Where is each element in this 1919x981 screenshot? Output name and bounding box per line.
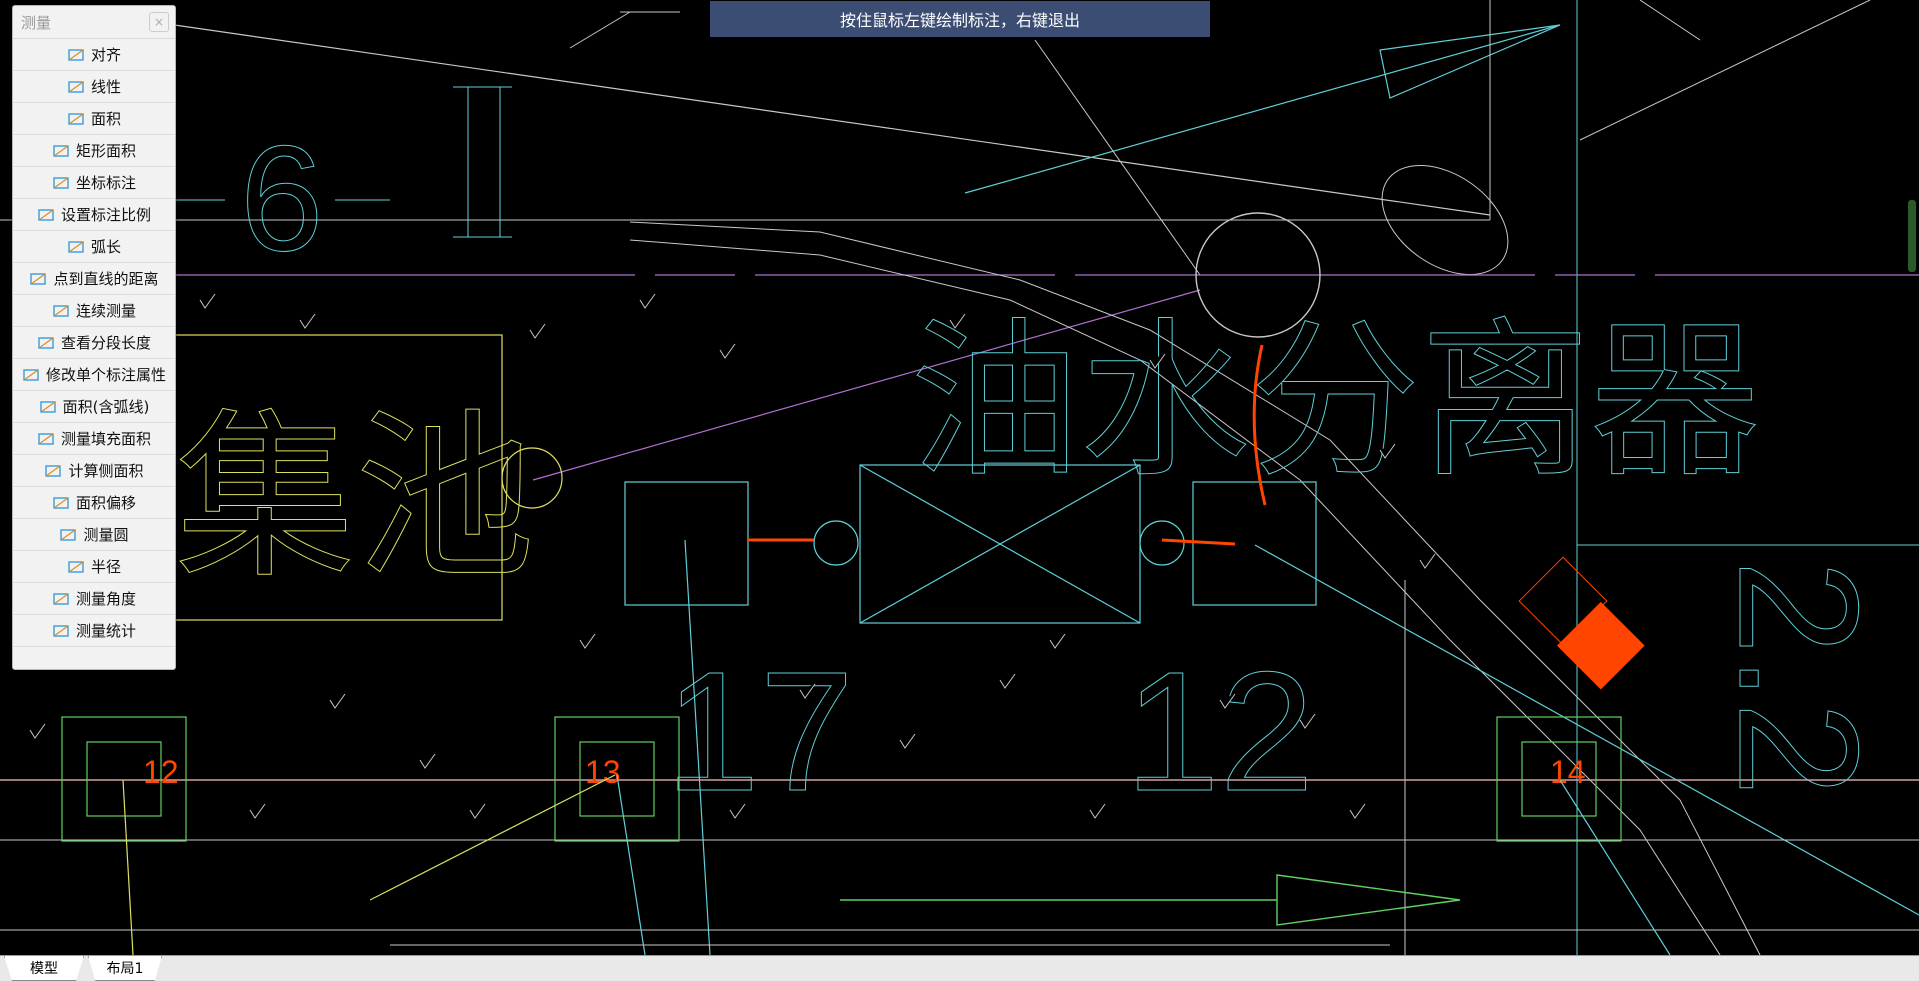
coordinate-icon [52, 174, 70, 192]
flow-arrow-head [1276, 874, 1461, 926]
area-offset-icon [52, 494, 70, 512]
measure-panel: 测量 × 对齐线性面积矩形面积坐标标注设置标注比例 弧长点到直线的距离 连续测量查看… [12, 5, 176, 670]
tool-list: 对齐线性面积矩形面积坐标标注设置标注比例 弧长点到直线的距离 连续测量查看分段长度修… [13, 39, 175, 647]
drawing-number: 2.2 [1703, 560, 1893, 796]
statistics-icon [52, 622, 70, 640]
drawing-line [1579, 0, 1871, 141]
drawing-line [616, 774, 646, 955]
angle-icon [52, 590, 70, 608]
tab-layout1[interactable]: 布局1 [88, 956, 162, 981]
panel-header: 测量 × [13, 6, 175, 39]
tool-item[interactable]: 设置标注比例 [13, 199, 175, 231]
drawing-line [1639, 0, 1701, 41]
marker-diamond [1556, 601, 1645, 690]
tool-item[interactable]: 测量角度 [13, 583, 175, 615]
scale-icon [37, 206, 55, 224]
continuous-measure-icon [52, 302, 70, 320]
circle-measure-icon [59, 526, 77, 544]
tank-label: 集池 [175, 398, 535, 599]
tool-item[interactable]: 连续测量 [13, 295, 175, 327]
tool-label: 计算侧面积 [68, 462, 144, 480]
tank-box [624, 481, 749, 606]
drawing-text: 6 [240, 114, 323, 282]
tool-label: 矩形面积 [75, 142, 136, 160]
layout-tabs: 模型 布局1 [0, 955, 1919, 981]
drawing-line [1034, 39, 1201, 276]
radius-icon [67, 558, 85, 576]
tab-model[interactable]: 模型 [4, 956, 84, 981]
tool-label: 面积偏移 [75, 494, 136, 512]
tool-item[interactable]: 线性 [13, 71, 175, 103]
drawing-line [569, 11, 631, 49]
tool-label: 坐标标注 [75, 174, 136, 192]
tool-item[interactable]: 坐标标注 [13, 167, 175, 199]
point-line-distance-icon [29, 270, 47, 288]
drawing-line [964, 24, 1561, 194]
tool-item[interactable]: 计算侧面积 [13, 455, 175, 487]
tool-item[interactable]: 半径 [13, 551, 175, 583]
drawing-number: 12 [1125, 637, 1314, 827]
tool-item[interactable]: 测量圆 [13, 519, 175, 551]
tool-label: 测量圆 [83, 526, 129, 544]
cad-drawing-canvas[interactable]: 6 集池 油水分离器 17 12 2.2 12 13 14 [0, 0, 1919, 955]
pipe-circle [1139, 520, 1185, 566]
tool-label: 弧长 [90, 238, 121, 256]
tool-label: 线性 [90, 78, 121, 96]
pile-label: 12 [143, 754, 179, 790]
tool-item[interactable]: 点到直线的距离 [13, 263, 175, 295]
pipe-circle [813, 520, 859, 566]
tool-item[interactable]: 面积偏移 [13, 487, 175, 519]
tool-label: 测量角度 [75, 590, 136, 608]
pile-label: 13 [585, 754, 621, 790]
tool-item[interactable]: 面积 [13, 103, 175, 135]
drawing-line [369, 774, 616, 901]
arrow-head [1379, 24, 1561, 99]
rectangle-area-icon [52, 142, 70, 160]
i-beam [467, 86, 501, 238]
separator-label: 油水分离器 [910, 307, 1760, 497]
tool-label: 测量统计 [75, 622, 136, 640]
tool-label: 对齐 [90, 46, 121, 64]
measure-stroke [1161, 538, 1236, 546]
tool-item[interactable]: 对齐 [13, 39, 175, 71]
tool-item[interactable]: 面积(含弧线) [13, 391, 175, 423]
panel-title: 测量 [21, 13, 52, 32]
area-arc-icon [39, 398, 57, 416]
tool-item[interactable]: 矩形面积 [13, 135, 175, 167]
drawing-line [139, 19, 1491, 216]
tool-label: 测量填充面积 [60, 430, 151, 448]
tool-label: 设置标注比例 [60, 206, 151, 224]
tool-label: 连续测量 [75, 302, 136, 320]
fill-area-icon [37, 430, 55, 448]
pile-label: 14 [1550, 754, 1586, 790]
arc-length-icon [67, 238, 85, 256]
edit-dimension-icon [22, 366, 40, 384]
scroll-indicator[interactable] [1908, 200, 1916, 272]
tool-label: 面积 [90, 110, 121, 128]
tool-item[interactable]: 测量统计 [13, 615, 175, 647]
aligned-dimension-icon [67, 46, 85, 64]
tool-item[interactable]: 查看分段长度 [13, 327, 175, 359]
tool-label: 面积(含弧线) [62, 398, 150, 416]
tool-item[interactable]: 弧长 [13, 231, 175, 263]
drawing-number: 17 [665, 637, 854, 827]
tool-label: 修改单个标注属性 [45, 366, 166, 384]
tool-item[interactable]: 测量填充面积 [13, 423, 175, 455]
tool-item[interactable]: 修改单个标注属性 [13, 359, 175, 391]
side-area-icon [44, 462, 62, 480]
tool-label: 点到直线的距离 [53, 270, 159, 288]
tool-label: 查看分段长度 [60, 334, 151, 352]
area-icon [67, 110, 85, 128]
tool-label: 半径 [90, 558, 121, 576]
segment-length-icon [37, 334, 55, 352]
hint-bar: 按住鼠标左键绘制标注，右键退出 [710, 1, 1210, 37]
drawing-line [122, 779, 134, 955]
close-button[interactable]: × [149, 12, 169, 32]
linear-dimension-icon [67, 78, 85, 96]
